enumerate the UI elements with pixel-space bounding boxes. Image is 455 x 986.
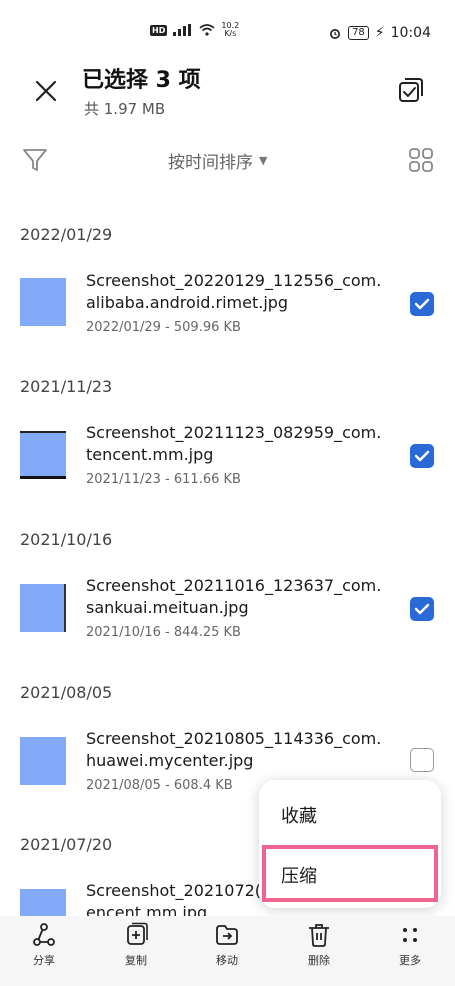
list-item[interactable]: Screenshot_20220129_112556_com.alibaba.a… — [0, 270, 455, 360]
menu-item-favorite[interactable]: 收藏 — [281, 802, 317, 828]
status-right-cluster: 78 ⚡ 10:04 — [328, 25, 431, 41]
check-icon — [414, 603, 430, 615]
hd-icon: HD — [150, 24, 168, 36]
delete-icon — [309, 924, 329, 947]
file-thumbnail — [20, 584, 66, 632]
sort-label: 按时间排序 — [168, 153, 253, 173]
move-button[interactable]: 移动 — [197, 922, 257, 968]
file-name: Screenshot_20220129_112556_com.alibaba.a… — [86, 271, 382, 312]
clock: 10:04 — [390, 25, 431, 41]
more-button[interactable]: 更多 — [380, 922, 440, 968]
share-button[interactable]: 分享 — [14, 922, 74, 968]
status-bar: HD 10.2 K/s 78 ⚡ 10:04 — [0, 0, 455, 44]
delete-label: 删除 — [308, 954, 330, 967]
file-meta: 2021/10/16 - 844.25 KB — [86, 625, 241, 640]
grid-view-icon[interactable] — [407, 146, 435, 174]
file-name: Screenshot_20211016_123637_com.sankuai.m… — [86, 576, 382, 617]
date-header: 2021/08/05 — [20, 683, 113, 702]
check-icon — [414, 450, 430, 462]
signal-icon — [173, 24, 192, 36]
date-header: 2021/07/20 — [20, 835, 113, 854]
checkbox-unchecked[interactable] — [410, 748, 434, 772]
move-icon — [216, 925, 238, 945]
check-icon — [414, 298, 430, 310]
caret-down-icon: ▼ — [259, 154, 268, 167]
list-item[interactable]: Screenshot_20211123_082959_com.tencent.m… — [0, 422, 455, 512]
wifi-icon — [199, 24, 215, 36]
delete-button[interactable]: 删除 — [289, 922, 349, 968]
select-all-icon[interactable] — [397, 76, 425, 104]
copy-button[interactable]: 复制 — [106, 922, 166, 968]
page-title: 已选择 3 项 — [82, 68, 201, 93]
status-left-cluster: HD 10.2 K/s — [150, 22, 239, 38]
date-header: 2021/10/16 — [20, 530, 113, 549]
more-label: 更多 — [399, 954, 421, 967]
sort-dropdown[interactable]: 按时间排序 ▼ — [168, 148, 267, 173]
file-thumbnail — [20, 737, 66, 785]
share-icon — [33, 923, 55, 946]
file-name: Screenshot_20210805_114336_com.huawei.my… — [86, 729, 382, 770]
date-header: 2022/01/29 — [20, 225, 113, 244]
close-icon[interactable] — [33, 78, 59, 104]
date-header: 2021/11/23 — [20, 377, 113, 396]
share-label: 分享 — [33, 954, 55, 967]
checkbox-checked[interactable] — [410, 292, 434, 316]
file-thumbnail — [20, 278, 66, 326]
file-name: Screenshot_20211123_082959_com.tencent.m… — [86, 423, 382, 464]
selection-header: 已选择 3 项 共 1.97 MB — [0, 62, 455, 122]
battery-level: 78 — [348, 26, 369, 40]
checkbox-checked[interactable] — [410, 597, 434, 621]
more-icon — [403, 928, 417, 942]
list-item[interactable]: Screenshot_20211016_123637_com.sankuai.m… — [0, 575, 455, 665]
highlight-box — [262, 845, 438, 902]
copy-label: 复制 — [125, 954, 147, 967]
bottom-action-bar: 分享 复制 移动 删除 更多 — [0, 916, 455, 986]
file-thumbnail — [20, 431, 66, 479]
file-meta: 2022/01/29 - 509.96 KB — [86, 320, 241, 335]
file-meta: 2021/08/05 - 608.4 KB — [86, 778, 233, 793]
alarm-icon — [330, 29, 341, 39]
charging-icon: ⚡ — [374, 25, 385, 41]
checkbox-checked[interactable] — [410, 444, 434, 468]
file-meta: 2021/11/23 - 611.66 KB — [86, 472, 241, 487]
move-label: 移动 — [216, 954, 238, 967]
copy-icon — [127, 922, 148, 945]
list-toolbar: 按时间排序 ▼ — [0, 140, 455, 180]
network-speed: 10.2 K/s — [221, 21, 240, 38]
filter-icon[interactable] — [22, 146, 48, 174]
selection-size: 共 1.97 MB — [84, 100, 166, 118]
